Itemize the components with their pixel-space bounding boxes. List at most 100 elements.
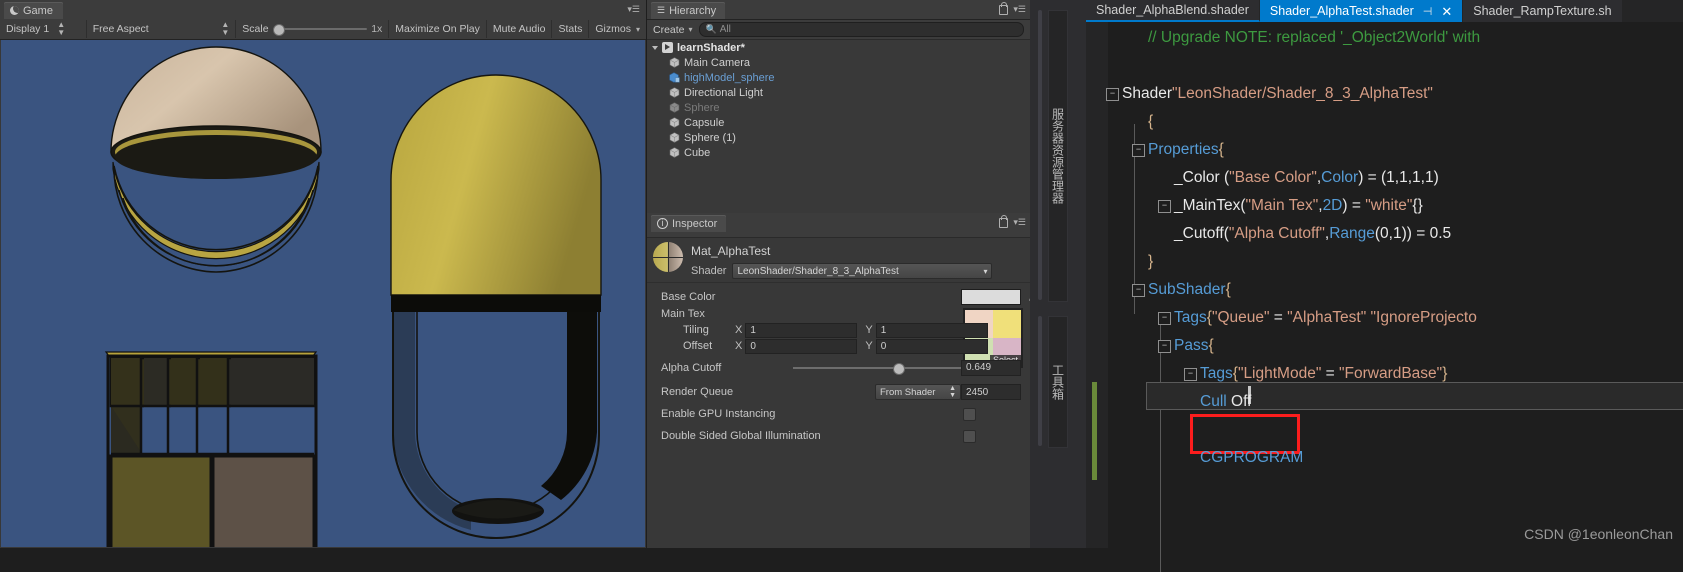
code-token: "LightMode" <box>1237 365 1322 382</box>
tab-inspector[interactable]: i Inspector <box>651 215 727 232</box>
code-token: _Cutoff( <box>1174 225 1229 242</box>
code-token: CGPROGRAM <box>1200 449 1304 466</box>
hierarchy-row-main-camera[interactable]: Main Camera <box>663 55 1030 70</box>
hierarchy-item-label: highModel_sphere <box>684 71 775 84</box>
code-fold-toggle[interactable]: − <box>1158 340 1171 353</box>
gameobject-icon <box>669 117 680 128</box>
aspect-dropdown[interactable]: Free Aspect ▲ ▼ <box>87 20 237 38</box>
render-queue-value-input[interactable]: 2450 <box>961 384 1021 400</box>
code-token: } <box>1442 365 1448 382</box>
code-line[interactable]: Cull Off <box>1108 388 1683 416</box>
code-fold-toggle[interactable]: − <box>1132 144 1145 157</box>
hierarchy-row-cube[interactable]: Cube <box>663 145 1030 160</box>
offset-y-input[interactable]: 0 <box>875 338 988 354</box>
editor-tab-ramptexture[interactable]: Shader_RampTexture.sh <box>1463 0 1623 22</box>
hierarchy-row-directional-light[interactable]: Directional Light <box>663 85 1030 100</box>
code-line[interactable] <box>1108 52 1683 80</box>
code-fold-toggle[interactable]: − <box>1184 368 1197 381</box>
tab-game[interactable]: Game <box>4 2 63 19</box>
hierarchy-tab-controls[interactable]: ▾☰ <box>999 1 1026 15</box>
lock-icon[interactable] <box>999 1 1009 15</box>
mute-audio-button[interactable]: Mute Audio <box>487 20 553 38</box>
code-line[interactable]: − SubShader{ <box>1108 276 1683 304</box>
double-sided-gi-checkbox[interactable] <box>963 429 976 443</box>
offset-x-input[interactable]: 0 <box>745 338 858 354</box>
hierarchy-row-sphere-1[interactable]: Sphere (1) <box>663 130 1030 145</box>
side-tab-server-explorer[interactable]: 服务器资源管理器 <box>1048 10 1068 302</box>
code-line[interactable]: CGPROGRAM <box>1108 444 1683 472</box>
side-tab-toolbox[interactable]: 工具箱 <box>1048 316 1068 448</box>
alpha-cutoff-slider-knob[interactable] <box>893 362 905 375</box>
code-line[interactable]: − Shader"LeonShader/Shader_8_3_AlphaTest" <box>1106 80 1683 108</box>
chevron-down-icon: ▾ <box>635 24 640 34</box>
gpu-instancing-checkbox[interactable] <box>963 407 976 421</box>
code-token: ) = (1,1,1,1) <box>1358 169 1439 186</box>
tiling-y-input[interactable]: 1 <box>875 322 988 338</box>
render-queue-mode-dropdown[interactable]: From Shader ▲ ▼ <box>875 384 961 400</box>
hierarchy-tree[interactable]: learnShader* Main Camera highModel_spher… <box>647 40 1030 217</box>
hierarchy-item-label: Main Camera <box>684 56 751 69</box>
gameobject-icon <box>669 132 680 143</box>
code-line[interactable]: _Color ("Base Color",Color) = (1,1,1,1) <box>1108 164 1683 192</box>
hierarchy-row-sphere[interactable]: Sphere <box>663 100 1030 115</box>
close-icon[interactable]: ✕ <box>1441 5 1452 18</box>
code-line[interactable]: { <box>1108 108 1683 136</box>
lock-icon[interactable] <box>999 214 1009 228</box>
gizmos-dropdown[interactable]: Gizmos ▾ <box>589 20 646 38</box>
tab-game-label: Game <box>23 4 53 17</box>
info-icon: i <box>657 218 668 229</box>
code-text-area[interactable]: // Upgrade NOTE: replaced '_Object2World… <box>1092 24 1683 572</box>
editor-tab-alphatest[interactable]: Shader_AlphaTest.shader ⊣ ✕ <box>1259 0 1464 22</box>
code-line[interactable] <box>1108 416 1683 444</box>
game-viewport[interactable] <box>1 40 645 547</box>
panel-menu-icon[interactable]: ▾☰ <box>1013 217 1026 228</box>
code-fold-toggle[interactable]: − <box>1158 312 1171 325</box>
shader-dropdown[interactable]: LeonShader/Shader_8_3_AlphaTest ▾ <box>732 263 993 279</box>
hierarchy-row-capsule[interactable]: Capsule <box>663 115 1030 130</box>
shader-row: Shader LeonShader/Shader_8_3_AlphaTest ▾ <box>691 263 1030 279</box>
code-line[interactable]: } <box>1108 248 1683 276</box>
aspect-label: Free Aspect <box>92 23 149 35</box>
hierarchy-search-input[interactable]: 🔍 All <box>698 22 1024 37</box>
pin-icon[interactable]: ⊣ <box>1423 5 1433 18</box>
code-line[interactable]: − Properties{ <box>1108 136 1683 164</box>
rendered-scene <box>1 40 645 547</box>
base-color-swatch[interactable] <box>961 288 1021 305</box>
hierarchy-row-highmodel-sphere[interactable]: highModel_sphere <box>663 70 1030 85</box>
code-fold-toggle[interactable]: − <box>1132 284 1145 297</box>
maximize-on-play-button[interactable]: Maximize On Play <box>389 20 487 38</box>
stats-button[interactable]: Stats <box>552 20 590 38</box>
code-fold-toggle[interactable]: − <box>1158 200 1171 213</box>
gameobject-icon <box>669 87 680 98</box>
inspector-tab-controls[interactable]: ▾☰ <box>999 214 1026 228</box>
tiling-x-input[interactable]: 1 <box>745 322 858 338</box>
main-tex-label: Main Tex <box>661 308 705 320</box>
code-line[interactable]: − _MainTex("Main Tex",2D) = "white"{} <box>1108 192 1683 220</box>
code-line[interactable]: − Tags{"LightMode" = "ForwardBase"} <box>1108 360 1683 388</box>
code-line[interactable]: // Upgrade NOTE: replaced '_Object2World… <box>1108 24 1683 52</box>
tab-hierarchy[interactable]: ☰ Hierarchy <box>651 2 726 19</box>
editor-tab-alphablend[interactable]: Shader_AlphaBlend.shader <box>1086 0 1260 22</box>
code-line[interactable]: − Tags{"Queue" = "AlphaTest" "IgnoreProje… <box>1108 304 1683 332</box>
code-fold-toggle[interactable]: − <box>1106 88 1119 101</box>
display-label: Display 1 <box>6 23 50 35</box>
scale-slider[interactable]: Scale 1x <box>236 20 390 38</box>
code-line[interactable]: _Cutoff("Alpha Cutoff",Range(0,1)) = 0.5 <box>1108 220 1683 248</box>
gameobject-icon <box>669 57 680 68</box>
offset-row: Offset X 0 Y 0 <box>647 338 1030 354</box>
code-token: "ForwardBase" <box>1339 365 1443 382</box>
alpha-cutoff-value-input[interactable]: 0.649 <box>961 359 1021 376</box>
code-line[interactable]: − Pass{ <box>1108 332 1683 360</box>
chevron-down-icon[interactable] <box>652 45 658 50</box>
scale-slider-knob[interactable] <box>272 24 285 36</box>
game-panel-menu-icon[interactable]: ▾☰ <box>627 4 640 15</box>
scale-slider-track[interactable] <box>272 24 368 36</box>
create-button[interactable]: Create ▾ <box>653 24 693 36</box>
code-token: 2D <box>1322 197 1343 214</box>
panel-menu-icon[interactable]: ▾☰ <box>1013 4 1026 15</box>
hierarchy-row-scene[interactable]: learnShader* <box>647 40 1030 55</box>
alpha-cutoff-row: Alpha Cutoff 0.649 <box>647 354 1030 381</box>
chevron-updown-icon: ▲ ▼ <box>949 385 956 399</box>
stats-label: Stats <box>558 23 583 35</box>
display-dropdown[interactable]: Display 1 ▲ ▼ <box>0 20 87 38</box>
